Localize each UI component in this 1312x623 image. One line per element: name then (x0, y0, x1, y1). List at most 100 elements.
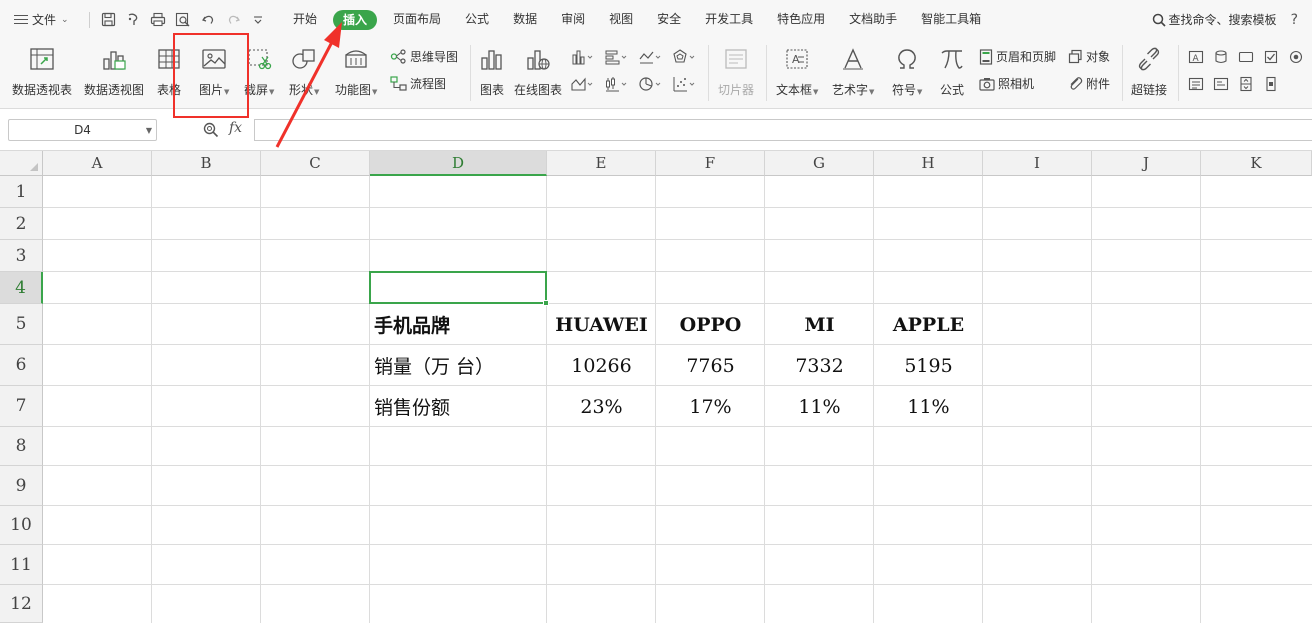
active-cell[interactable] (369, 271, 549, 306)
frame-control-button[interactable] (1234, 48, 1258, 66)
table-cell[interactable]: 销售份额 (370, 386, 547, 427)
column-header[interactable]: K (1201, 151, 1312, 176)
table-cell[interactable]: 11% (874, 386, 983, 427)
table-cell[interactable]: APPLE (874, 304, 983, 345)
pie-chart-dropdown[interactable] (639, 75, 663, 93)
row-header[interactable]: 2 (0, 208, 43, 240)
table-cell[interactable]: HUAWEI (547, 304, 656, 345)
table-cell[interactable]: 7765 (656, 345, 765, 386)
format-painter-icon[interactable] (124, 11, 142, 29)
column-header[interactable]: F (656, 151, 765, 176)
chart-button[interactable]: 图表 (478, 45, 506, 98)
table-cell[interactable]: 7332 (765, 345, 874, 386)
flowchart-button[interactable]: 流程图 (390, 75, 446, 92)
pivot-chart-button[interactable]: 数据透视图 (84, 45, 144, 98)
column-chart-dropdown[interactable] (571, 48, 595, 66)
row-header[interactable]: 7 (0, 386, 43, 427)
table-cell[interactable]: 销量（万 台） (370, 345, 547, 386)
menu-tab-6[interactable]: 视图 (597, 0, 645, 39)
menu-tab-11[interactable]: 智能工具箱 (909, 0, 993, 39)
camera-button[interactable]: 照相机 (979, 75, 1034, 92)
row-header[interactable]: 11 (0, 545, 43, 585)
table-cell[interactable]: 23% (547, 386, 656, 427)
menu-tab-0[interactable]: 开始 (281, 0, 329, 39)
scrollbar-control-button[interactable] (1259, 75, 1283, 93)
object-button[interactable]: 对象 (1068, 48, 1110, 65)
symbol-button[interactable]: 符号▼ (892, 45, 922, 98)
bar-chart-dropdown[interactable] (605, 48, 629, 66)
menu-tab-1[interactable]: 插入 (333, 9, 378, 30)
shapes-button[interactable]: 形状▼ (289, 45, 319, 98)
table-cell[interactable]: MI (765, 304, 874, 345)
select-all-button[interactable] (0, 151, 43, 176)
scatter-chart-dropdown[interactable] (673, 75, 697, 93)
zoom-icon[interactable] (203, 122, 219, 138)
row-header[interactable]: 6 (0, 345, 43, 386)
column-header[interactable]: I (983, 151, 1092, 176)
column-header[interactable]: C (261, 151, 370, 176)
row-header[interactable]: 5 (0, 304, 43, 345)
formula-input[interactable] (254, 119, 1312, 141)
chevron-down-icon[interactable]: ▼ (146, 126, 152, 135)
menu-tab-2[interactable]: 页面布局 (381, 0, 453, 39)
attachment-button[interactable]: 附件 (1068, 75, 1110, 92)
table-cell[interactable]: 17% (656, 386, 765, 427)
pivot-table-button[interactable]: 数据透视表 (12, 45, 72, 98)
table-cell[interactable]: 11% (765, 386, 874, 427)
table-cell[interactable]: 5195 (874, 345, 983, 386)
customize-toolbar-icon[interactable] (249, 11, 267, 29)
file-menu-button[interactable]: 文件 ⌄ (0, 0, 84, 39)
column-header[interactable]: A (43, 151, 152, 176)
spinner-control-button[interactable] (1234, 75, 1258, 93)
row-header[interactable]: 12 (0, 585, 43, 623)
list-control-button[interactable] (1184, 75, 1208, 93)
online-chart-button[interactable]: 在线图表 (514, 45, 562, 98)
line-chart-dropdown[interactable] (639, 48, 663, 66)
textbox-button[interactable]: A 文本框▼ (776, 45, 818, 98)
menu-tab-8[interactable]: 开发工具 (693, 0, 765, 39)
mindmap-button[interactable]: 思维导图 (390, 48, 458, 65)
column-header[interactable]: E (547, 151, 656, 176)
print-icon[interactable] (149, 11, 167, 29)
save-icon[interactable] (99, 11, 117, 29)
row-header[interactable]: 4 (0, 272, 43, 304)
area-chart-dropdown[interactable] (571, 75, 595, 93)
wordart-button[interactable]: 艺术字▼ (832, 45, 874, 98)
command-search[interactable]: 查找命令、搜索模板 (1152, 11, 1277, 28)
label-control-button[interactable]: A (1184, 48, 1208, 66)
column-header[interactable]: B (152, 151, 261, 176)
help-button[interactable]: ? (1291, 12, 1298, 28)
combo-control-button[interactable] (1209, 75, 1233, 93)
radar-chart-dropdown[interactable] (673, 48, 697, 66)
column-header[interactable]: J (1092, 151, 1201, 176)
row-header[interactable]: 8 (0, 427, 43, 466)
table-cell[interactable]: 10266 (547, 345, 656, 386)
row-header[interactable]: 1 (0, 176, 43, 208)
menu-tab-10[interactable]: 文档助手 (837, 0, 909, 39)
row-header[interactable]: 10 (0, 506, 43, 545)
table-cell[interactable]: 手机品牌 (370, 304, 547, 345)
database-control-button[interactable] (1209, 48, 1233, 66)
menu-tab-4[interactable]: 数据 (501, 0, 549, 39)
column-header[interactable]: D (370, 151, 547, 176)
row-header[interactable]: 9 (0, 466, 43, 506)
column-header[interactable]: H (874, 151, 983, 176)
undo-icon[interactable] (199, 11, 217, 29)
fill-handle[interactable] (543, 300, 549, 306)
insert-function-button[interactable]: fx (229, 120, 242, 136)
formula-button[interactable]: 公式 (938, 45, 966, 98)
print-preview-icon[interactable] (174, 11, 192, 29)
checkbox-control-button[interactable] (1259, 48, 1283, 66)
header-footer-button[interactable]: 页眉和页脚 (979, 48, 1056, 65)
radio-control-button[interactable] (1284, 48, 1308, 66)
menu-tab-5[interactable]: 审阅 (549, 0, 597, 39)
menu-tab-9[interactable]: 特色应用 (765, 0, 837, 39)
name-box[interactable]: D4 ▼ (8, 119, 157, 141)
table-cell[interactable]: OPPO (656, 304, 765, 345)
menu-tab-3[interactable]: 公式 (453, 0, 501, 39)
column-header[interactable]: G (765, 151, 874, 176)
function-chart-button[interactable]: 功能图▼ (335, 45, 377, 98)
menu-tab-7[interactable]: 安全 (645, 0, 693, 39)
hyperlink-button[interactable]: 超链接 (1131, 45, 1167, 98)
stock-chart-dropdown[interactable] (605, 75, 629, 93)
